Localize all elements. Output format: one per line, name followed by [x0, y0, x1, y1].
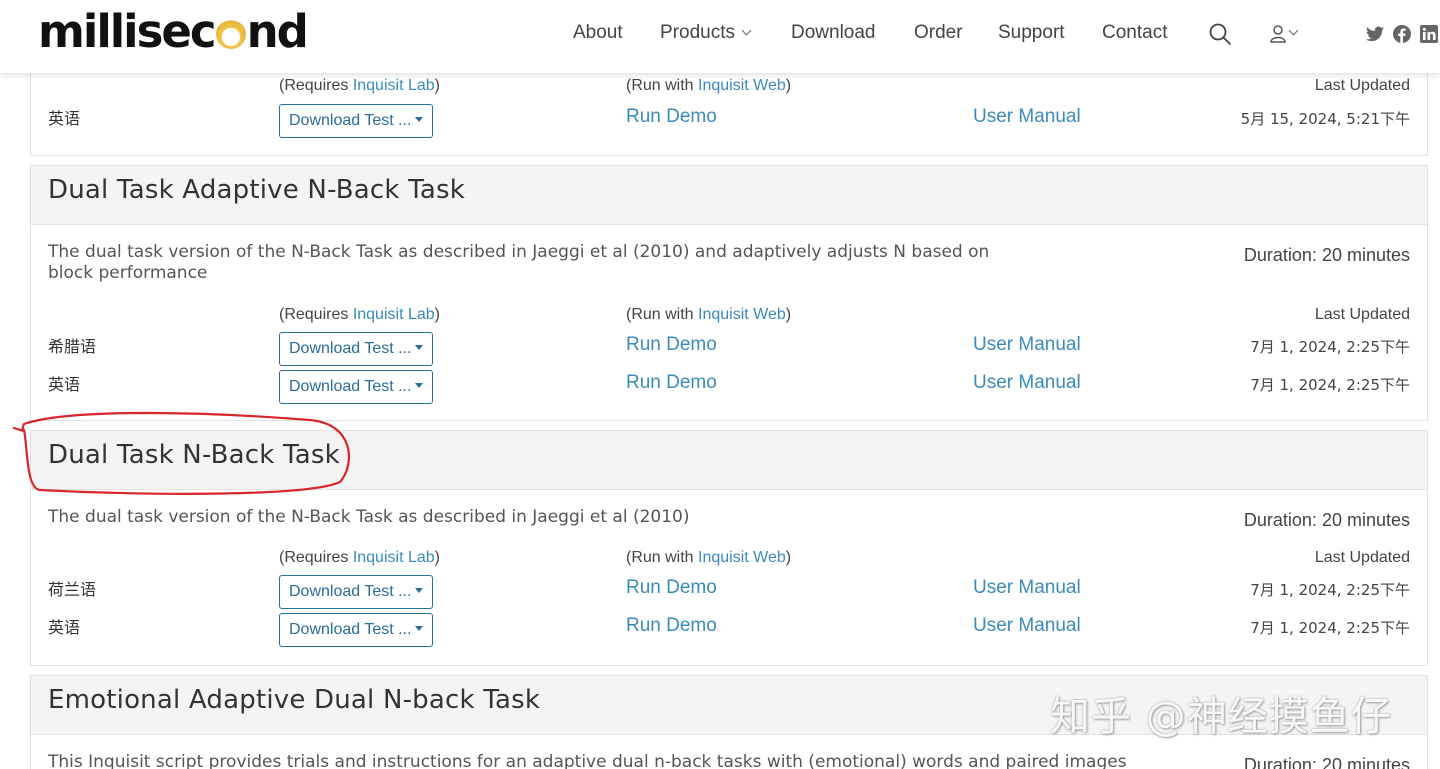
- download-test-dropdown[interactable]: Download Test ...: [279, 332, 433, 366]
- sun-o-icon: [215, 19, 246, 49]
- run-demo-link[interactable]: Run Demo: [626, 577, 717, 599]
- watermark: 知乎 @神经摸鱼仔: [1050, 694, 1392, 740]
- last-updated-date: 7月 1, 2024, 2:25下午: [1250, 619, 1410, 637]
- task-description: This Inquisit script provides trials and…: [48, 752, 1127, 769]
- page-content: (Requires Inquisit Lab) (Run with Inquis…: [0, 0, 1440, 769]
- user-icon: [1270, 25, 1286, 43]
- run-demo-link[interactable]: Run Demo: [626, 334, 717, 356]
- language-label: 英语: [48, 375, 81, 394]
- inquisit-web-link[interactable]: Inquisit Web: [698, 77, 786, 94]
- task-duration: Duration: 20 minutes: [1243, 755, 1410, 769]
- twitter-icon[interactable]: [1366, 26, 1384, 42]
- last-updated-date: 7月 1, 2024, 2:25下午: [1250, 376, 1410, 394]
- requires-note: (Requires Inquisit Lab): [279, 77, 440, 94]
- card-body: The dual task version of the N-Back Task…: [31, 490, 1427, 666]
- caret-down-icon: [415, 588, 424, 593]
- inquisit-lab-link[interactable]: Inquisit Lab: [353, 77, 435, 94]
- facebook-icon[interactable]: [1393, 25, 1411, 43]
- download-test-dropdown[interactable]: Download Test ...: [279, 370, 433, 404]
- download-test-dropdown[interactable]: Download Test ...: [279, 104, 433, 138]
- nav-contact[interactable]: Contact: [1102, 22, 1167, 44]
- last-updated-label: Last Updated: [1314, 549, 1410, 566]
- site-header: millisec nd About Products Download Order…: [0, 0, 1440, 73]
- inquisit-lab-link[interactable]: Inquisit Lab: [353, 549, 435, 566]
- user-manual-link[interactable]: User Manual: [973, 615, 1081, 637]
- linkedin-icon[interactable]: [1420, 25, 1438, 43]
- run-demo-link[interactable]: Run Demo: [626, 615, 717, 637]
- language-label: 英语: [48, 109, 81, 128]
- runwith-note: (Run with Inquisit Web): [626, 306, 792, 323]
- task-description: The dual task version of the N-Back Task…: [48, 242, 990, 283]
- run-demo-link[interactable]: Run Demo: [626, 106, 717, 128]
- language-label: 希腊语: [48, 337, 97, 356]
- requires-note: (Requires Inquisit Lab): [279, 306, 440, 323]
- inquisit-lab-link[interactable]: Inquisit Lab: [353, 306, 435, 323]
- last-updated-date: 7月 1, 2024, 2:25下午: [1250, 338, 1410, 356]
- task-description: The dual task version of the N-Back Task…: [48, 507, 690, 527]
- task-card-dual-adaptive: Dual Task Adaptive N-Back Task The dual …: [30, 165, 1428, 421]
- user-manual-link[interactable]: User Manual: [973, 372, 1081, 394]
- last-updated-date: 5月 15, 2024, 5:21下午: [1240, 110, 1410, 128]
- download-test-dropdown[interactable]: Download Test ...: [279, 575, 433, 609]
- user-manual-link[interactable]: User Manual: [973, 577, 1081, 599]
- nav-products[interactable]: Products: [660, 22, 752, 44]
- chevron-down-icon: [741, 25, 752, 36]
- caret-down-icon: [415, 345, 424, 350]
- inquisit-web-link[interactable]: Inquisit Web: [698, 306, 786, 323]
- card-header: Dual Task Adaptive N-Back Task: [31, 166, 1427, 225]
- requires-note: (Requires Inquisit Lab): [279, 549, 440, 566]
- download-test-dropdown[interactable]: Download Test ...: [279, 613, 433, 647]
- nav-download[interactable]: Download: [791, 22, 876, 44]
- card-body: The dual task version of the N-Back Task…: [31, 225, 1427, 421]
- user-manual-link[interactable]: User Manual: [973, 334, 1081, 356]
- task-duration: Duration: 20 minutes: [1243, 510, 1410, 530]
- runwith-note: (Run with Inquisit Web): [626, 77, 792, 94]
- nav-order[interactable]: Order: [914, 22, 963, 44]
- language-label: 荷兰语: [48, 580, 97, 599]
- language-label: 英语: [48, 618, 81, 637]
- task-title[interactable]: Dual Task Adaptive N-Back Task: [48, 175, 465, 205]
- last-updated-label: Last Updated: [1314, 77, 1410, 94]
- card-header: Dual Task N-Back Task: [31, 431, 1427, 490]
- run-demo-link[interactable]: Run Demo: [626, 372, 717, 394]
- search-icon[interactable]: [1208, 22, 1232, 46]
- runwith-note: (Run with Inquisit Web): [626, 549, 792, 566]
- inquisit-web-link[interactable]: Inquisit Web: [698, 549, 786, 566]
- nav-support[interactable]: Support: [998, 22, 1065, 44]
- last-updated-label: Last Updated: [1314, 306, 1410, 323]
- task-card-dual-nback: Dual Task N-Back Task The dual task vers…: [30, 430, 1428, 666]
- last-updated-date: 7月 1, 2024, 2:25下午: [1250, 581, 1410, 599]
- caret-down-icon: [415, 383, 424, 388]
- task-duration: Duration: 20 minutes: [1243, 245, 1410, 265]
- millisecond-logo[interactable]: millisec nd: [38, 4, 309, 60]
- caret-down-icon: [415, 626, 424, 631]
- user-menu[interactable]: [1268, 24, 1310, 46]
- user-manual-link[interactable]: User Manual: [973, 106, 1081, 128]
- caret-down-icon: [415, 117, 424, 122]
- nav-about[interactable]: About: [573, 22, 623, 44]
- task-title[interactable]: Emotional Adaptive Dual N-back Task: [48, 685, 540, 715]
- task-title[interactable]: Dual Task N-Back Task: [48, 440, 340, 470]
- chevron-down-icon: [1288, 25, 1299, 36]
